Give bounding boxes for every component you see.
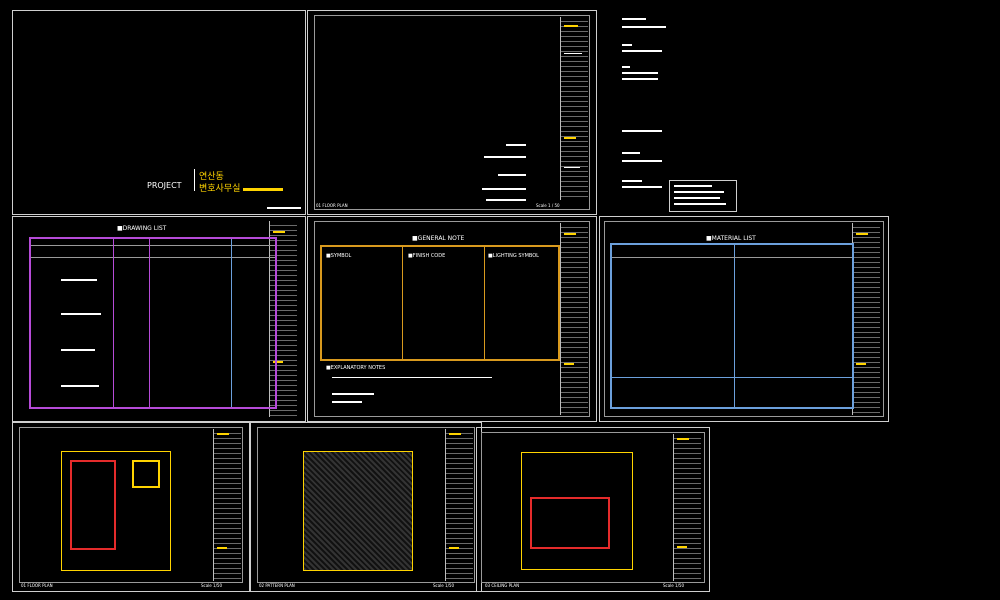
drawing-list-sheet[interactable]: ■DRAWING LIST xyxy=(12,216,306,422)
pattern-plan-footer-left: 02 PATTERN PLAN xyxy=(259,583,295,588)
yellow-mark xyxy=(243,188,283,191)
ceiling-plan-drawing xyxy=(521,452,633,570)
title-footer-left: 01 FLOOR PLAN xyxy=(316,203,348,208)
pattern-plan-footer-right: Scale 1/50 xyxy=(433,583,455,588)
material-list-frame xyxy=(610,243,854,409)
white-mark xyxy=(267,207,301,209)
floor-plan-drawing xyxy=(61,451,171,571)
title-sheet[interactable]: 01 FLOOR PLAN Scale 1 / 50 xyxy=(307,10,597,215)
cover-sheet[interactable]: PROJECT 연산동 변호사무실 xyxy=(12,10,306,215)
divider xyxy=(194,169,195,191)
material-list-title-block xyxy=(852,223,880,415)
pattern-plan-title-block xyxy=(445,429,473,581)
explanatory-heading: ■EXPLANATORY NOTES xyxy=(326,365,386,371)
lighting-heading: ■LIGHTING SYMBOL xyxy=(488,253,539,259)
pattern-plan-sheet[interactable]: 02 PATTERN PLAN Scale 1/50 xyxy=(250,422,482,592)
title-footer-right: Scale 1 / 50 xyxy=(536,203,560,208)
symbol-heading: ■SYMBOL xyxy=(326,253,352,259)
ceiling-plan-sheet[interactable]: 03 CEILING PLAN Scale 1/50 xyxy=(476,427,710,592)
general-note-title: ■GENERAL NOTE xyxy=(412,235,465,242)
floor-plan-title-block xyxy=(213,429,241,581)
legend-box xyxy=(669,180,737,212)
floor-plan-footer-left: 01 FLOOR PLAN xyxy=(21,583,53,588)
floor-plan-footer-right: Scale 1/50 xyxy=(201,583,223,588)
material-list-title: ■MATERIAL LIST xyxy=(706,235,756,242)
project-label: PROJECT xyxy=(147,181,182,190)
general-note-sheet[interactable]: ■GENERAL NOTE ■SYMBOL ■FINISH CODE ■LIGH… xyxy=(307,216,597,422)
ceiling-plan-footer-right: Scale 1/50 xyxy=(663,583,685,588)
drawing-list-title: ■DRAWING LIST xyxy=(117,225,167,232)
floor-plan-sheet[interactable]: 01 FLOOR PLAN Scale 1/50 xyxy=(12,422,250,592)
pattern-plan-drawing xyxy=(303,451,413,571)
drawing-list-frame: ■DRAWING LIST xyxy=(29,225,277,409)
ceiling-plan-title-block xyxy=(673,434,701,581)
korean-title-2: 변호사무실 xyxy=(199,184,241,194)
general-note-frame: ■SYMBOL ■FINISH CODE ■LIGHTING SYMBOL xyxy=(320,245,560,361)
material-list-sheet[interactable]: ■MATERIAL LIST xyxy=(599,216,889,422)
title-block xyxy=(560,17,588,200)
general-note-title-block xyxy=(560,223,588,415)
finish-code-heading: ■FINISH CODE xyxy=(408,253,446,259)
ceiling-plan-footer-left: 03 CEILING PLAN xyxy=(485,583,520,588)
title-sheet-frame xyxy=(314,15,590,210)
